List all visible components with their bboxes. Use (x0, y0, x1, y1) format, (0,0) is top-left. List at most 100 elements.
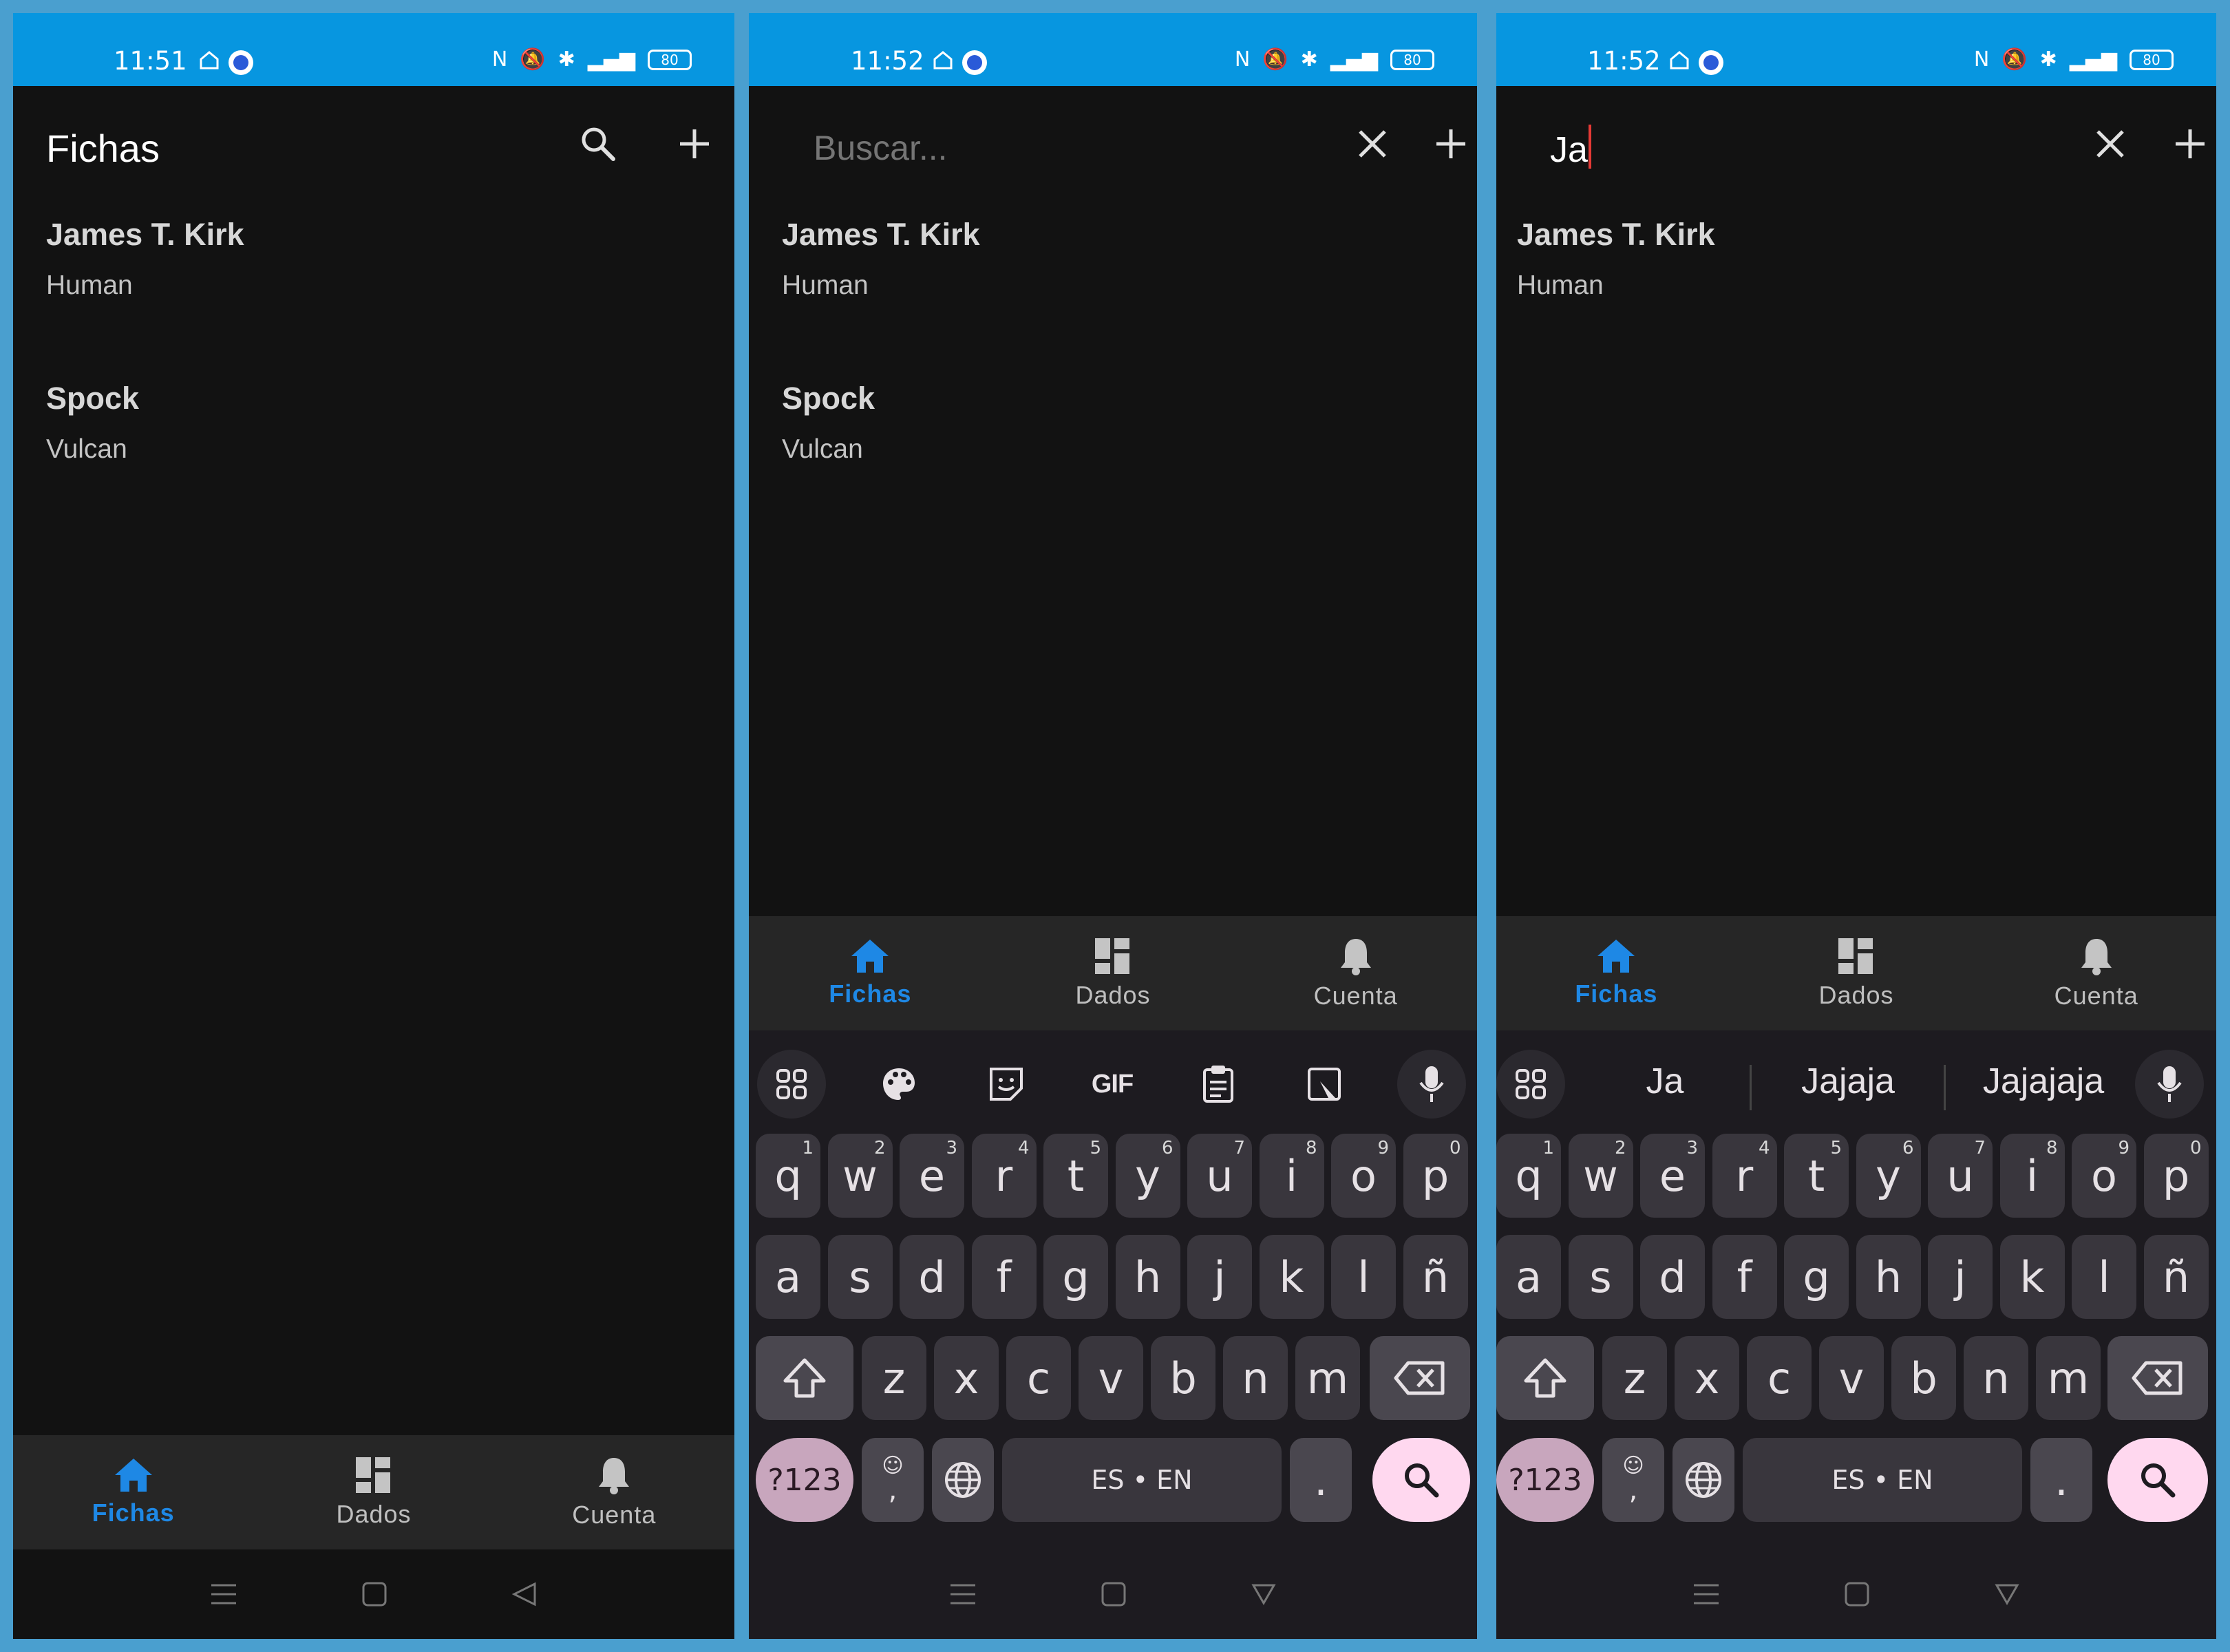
suggestion[interactable]: Ja (1586, 1061, 1744, 1102)
key-ñ[interactable]: ñ (2143, 1235, 2209, 1319)
recents-icon[interactable] (949, 1582, 977, 1606)
key-i[interactable]: i8 (1999, 1134, 2065, 1218)
search-action-key[interactable] (1372, 1438, 1470, 1522)
key-y[interactable]: y6 (1115, 1134, 1180, 1218)
key-t[interactable]: t5 (1784, 1134, 1849, 1218)
home-button-icon[interactable] (1844, 1581, 1870, 1607)
nav-dados[interactable]: Dados (992, 916, 1235, 1030)
add-icon[interactable] (2164, 118, 2216, 170)
key-n[interactable]: n (1223, 1336, 1288, 1420)
key-s[interactable]: s (1568, 1235, 1633, 1319)
hide-keyboard-icon[interactable] (1251, 1582, 1277, 1606)
key-w[interactable]: w2 (827, 1134, 893, 1218)
key-g[interactable]: g (1784, 1235, 1849, 1319)
search-input[interactable]: Ja (1550, 125, 1591, 171)
key-c[interactable]: c (1006, 1336, 1071, 1420)
key-l[interactable]: l (2072, 1235, 2136, 1319)
microphone-icon[interactable] (2135, 1050, 2204, 1119)
key-i[interactable]: i8 (1259, 1134, 1324, 1218)
key-j[interactable]: j (1928, 1235, 1993, 1319)
emoji-comma-key[interactable]: ☺, (1602, 1438, 1664, 1522)
list-item[interactable]: Spock Vulcan (749, 368, 1477, 532)
search-icon[interactable] (572, 118, 624, 170)
key-b[interactable]: b (1891, 1336, 1956, 1420)
key-p[interactable]: p0 (2143, 1134, 2209, 1218)
list-item[interactable]: James T. Kirk Human (749, 204, 1477, 368)
key-u[interactable]: u7 (1187, 1134, 1252, 1218)
close-icon[interactable] (1346, 118, 1399, 170)
nav-cuenta[interactable]: Cuenta (1234, 916, 1477, 1030)
key-a[interactable]: a (756, 1235, 820, 1319)
key-j[interactable]: j (1187, 1235, 1252, 1319)
list-item[interactable]: Spock Vulcan (13, 368, 734, 532)
key-g[interactable]: g (1043, 1235, 1108, 1319)
back-icon[interactable] (511, 1581, 538, 1607)
suggestion[interactable]: Jajaja (1758, 1061, 1938, 1102)
key-m[interactable]: m (1295, 1336, 1360, 1420)
sticker-icon[interactable] (972, 1050, 1041, 1119)
gif-icon[interactable]: GIF (1078, 1050, 1147, 1119)
nav-cuenta[interactable]: Cuenta (494, 1435, 734, 1549)
key-r[interactable]: r4 (971, 1134, 1037, 1218)
nav-fichas[interactable]: Fichas (749, 916, 992, 1030)
key-a[interactable]: a (1496, 1235, 1561, 1319)
language-key[interactable] (1672, 1438, 1734, 1522)
microphone-icon[interactable] (1397, 1050, 1466, 1119)
clipboard-icon[interactable] (1184, 1050, 1253, 1119)
space-key[interactable]: ES • EN (1002, 1438, 1282, 1522)
key-h[interactable]: h (1856, 1235, 1921, 1319)
key-e[interactable]: e3 (900, 1134, 964, 1218)
shift-key[interactable] (756, 1336, 853, 1420)
recents-icon[interactable] (1692, 1582, 1720, 1606)
home-button-icon[interactable] (1101, 1581, 1127, 1607)
nav-cuenta[interactable]: Cuenta (1976, 916, 2216, 1030)
key-c[interactable]: c (1747, 1336, 1812, 1420)
key-ñ[interactable]: ñ (1403, 1235, 1468, 1319)
key-q[interactable]: q1 (756, 1134, 820, 1218)
language-key[interactable] (932, 1438, 994, 1522)
key-f[interactable]: f (1712, 1235, 1777, 1319)
key-d[interactable]: d (900, 1235, 964, 1319)
list-item[interactable]: James T. Kirk Human (13, 204, 734, 368)
key-p[interactable]: p0 (1403, 1134, 1468, 1218)
key-q[interactable]: q1 (1496, 1134, 1561, 1218)
key-d[interactable]: d (1640, 1235, 1705, 1319)
key-k[interactable]: k (1999, 1235, 2065, 1319)
key-m[interactable]: m (2036, 1336, 2101, 1420)
key-t[interactable]: t5 (1043, 1134, 1108, 1218)
symbols-key[interactable]: ?123 (756, 1438, 853, 1522)
key-v[interactable]: v (1079, 1336, 1143, 1420)
search-action-key[interactable] (2107, 1438, 2208, 1522)
key-k[interactable]: k (1259, 1235, 1324, 1319)
backspace-key[interactable] (2107, 1336, 2208, 1420)
nav-dados[interactable]: Dados (1737, 916, 1977, 1030)
apps-grid-icon[interactable] (1496, 1050, 1565, 1119)
palette-icon[interactable] (864, 1050, 933, 1119)
key-e[interactable]: e3 (1640, 1134, 1705, 1218)
key-s[interactable]: s (827, 1235, 893, 1319)
key-o[interactable]: o9 (2072, 1134, 2136, 1218)
key-f[interactable]: f (971, 1235, 1037, 1319)
key-w[interactable]: w2 (1568, 1134, 1633, 1218)
symbols-key[interactable]: ?123 (1496, 1438, 1594, 1522)
key-x[interactable]: x (934, 1336, 999, 1420)
key-x[interactable]: x (1675, 1336, 1739, 1420)
key-n[interactable]: n (1964, 1336, 2028, 1420)
shift-key[interactable] (1496, 1336, 1594, 1420)
key-z[interactable]: z (862, 1336, 926, 1420)
key-r[interactable]: r4 (1712, 1134, 1777, 1218)
add-icon[interactable] (668, 118, 721, 170)
space-key[interactable]: ES • EN (1743, 1438, 2022, 1522)
add-icon[interactable] (1425, 118, 1477, 170)
screenshot-icon[interactable] (1290, 1050, 1359, 1119)
nav-fichas[interactable]: Fichas (1496, 916, 1737, 1030)
close-icon[interactable] (2084, 118, 2136, 170)
home-button-icon[interactable] (361, 1581, 387, 1607)
list-item[interactable]: James T. Kirk Human (1496, 204, 2216, 368)
key-b[interactable]: b (1151, 1336, 1215, 1420)
key-h[interactable]: h (1115, 1235, 1180, 1319)
search-input[interactable] (814, 122, 1350, 174)
backspace-key[interactable] (1370, 1336, 1470, 1420)
key-o[interactable]: o9 (1331, 1134, 1396, 1218)
suggestion[interactable]: Jajajaja (1951, 1061, 2136, 1102)
